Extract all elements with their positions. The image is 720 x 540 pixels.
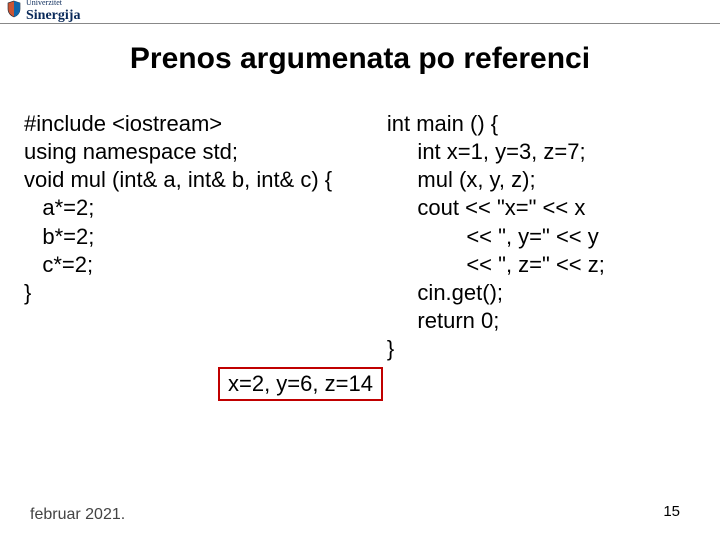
code-right: int main () { int x=1, y=3, z=7; mul (x,… (387, 110, 696, 363)
result-row: x=2, y=6, z=14 (0, 367, 720, 401)
logo-top: Univerzitet (26, 0, 80, 6)
footer-date: februar 2021. (30, 506, 125, 524)
logo-text-wrap: Univerzitet Sinergija (26, 0, 80, 24)
result-box: x=2, y=6, z=14 (218, 367, 383, 401)
shield-icon (6, 0, 22, 23)
code-left: #include <iostream> using namespace std;… (24, 110, 387, 363)
footer-page: 15 (663, 503, 680, 520)
page-title: Prenos argumenata po referenci (0, 42, 720, 76)
logo-main: Sinergija (26, 8, 80, 23)
header-bar: Univerzitet Sinergija (0, 0, 720, 24)
logo: Univerzitet Sinergija (6, 0, 80, 24)
code-area: #include <iostream> using namespace std;… (0, 110, 720, 363)
